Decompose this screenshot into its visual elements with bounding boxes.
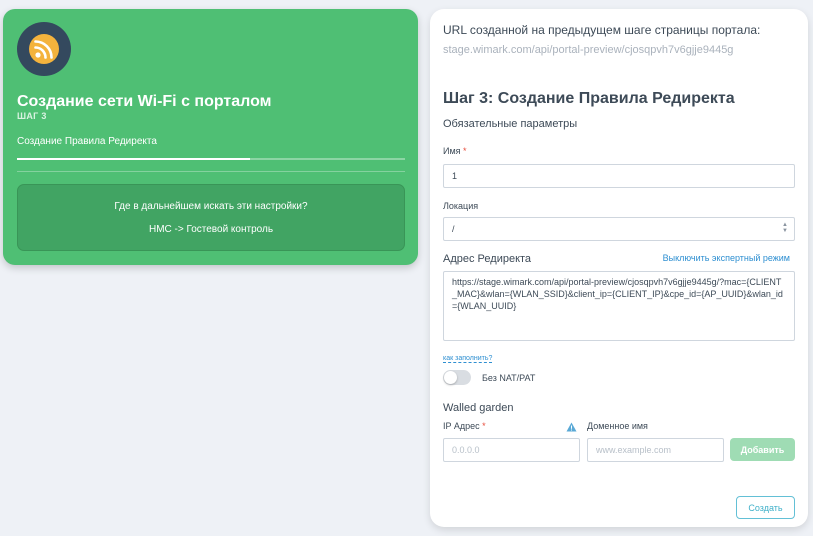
- warning-icon[interactable]: [566, 422, 577, 432]
- wizard-progress-bar: [17, 158, 405, 160]
- domain-name-input[interactable]: [587, 438, 724, 462]
- form-heading: Шаг 3: Создание Правила Редиректа: [443, 90, 735, 107]
- redirect-url-textarea[interactable]: https://stage.wimark.com/api/portal-prev…: [443, 271, 795, 341]
- how-to-fill-link[interactable]: как заполнить?: [443, 355, 493, 363]
- wifi-icon: [34, 40, 53, 59]
- required-star: *: [482, 421, 486, 431]
- create-button[interactable]: Создать: [736, 496, 795, 519]
- name-label: Имя *: [443, 146, 467, 156]
- ip-address-label: IP Адрес *: [443, 421, 486, 431]
- wizard-divider: [17, 171, 405, 172]
- settings-hint-answer: НМС -> Гостевой контроль: [148, 224, 274, 235]
- name-input[interactable]: [443, 164, 795, 188]
- wizard-progress-fill: [17, 158, 250, 160]
- ip-address-input[interactable]: [443, 438, 580, 462]
- select-arrows-icon: ▲ ▼: [782, 222, 788, 234]
- portal-url-label: URL созданной на предыдущем шаге страниц…: [443, 23, 761, 37]
- settings-hint-question: Где в дальнейшем искать эти настройки?: [114, 201, 308, 212]
- required-params-label: Обязательные параметры: [443, 118, 578, 130]
- wizard-step-number: ШАГ 3: [17, 111, 47, 121]
- domain-name-label: Доменное имя: [587, 421, 648, 431]
- redirect-url-label: Адрес Редиректа: [443, 253, 532, 265]
- expert-mode-link[interactable]: Выключить экспертный режим: [663, 253, 790, 263]
- toggle-knob: [444, 371, 457, 384]
- wizard-step-name: Создание Правила Редиректа: [17, 136, 157, 147]
- settings-hint-box: Где в дальнейшем искать эти настройки? Н…: [17, 184, 405, 251]
- wizard-title: Создание сети Wi-Fi с порталом: [17, 93, 272, 110]
- ip-address-label-text: IP Адрес: [443, 421, 480, 431]
- wizard-panel: Создание сети Wi-Fi с порталом ШАГ 3 Соз…: [3, 9, 418, 265]
- wizard-logo: [17, 22, 71, 76]
- nat-toggle[interactable]: [443, 370, 471, 385]
- portal-url-value: stage.wimark.com/api/portal-preview/cjos…: [443, 44, 734, 56]
- location-select[interactable]: / ▲ ▼: [443, 217, 795, 241]
- location-label: Локация: [443, 201, 479, 211]
- name-label-text: Имя: [443, 146, 461, 156]
- add-button[interactable]: Добавить: [730, 438, 795, 461]
- required-star: *: [463, 146, 467, 156]
- walled-garden-label: Walled garden: [443, 402, 514, 414]
- location-selected-value: /: [452, 224, 455, 234]
- nat-label: Без NAT/PAT: [482, 373, 536, 383]
- redirect-rule-form: URL созданной на предыдущем шаге страниц…: [430, 9, 808, 527]
